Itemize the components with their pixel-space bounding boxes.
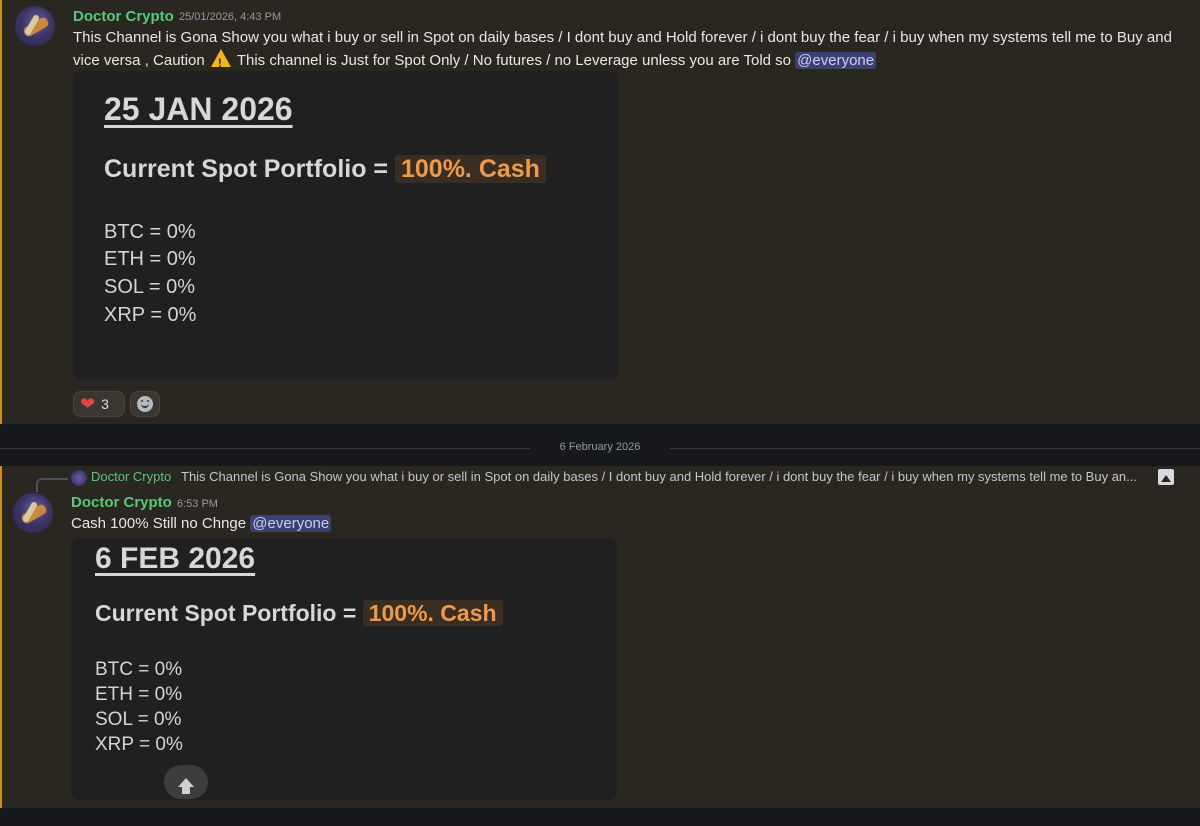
reply-avatar[interactable] — [71, 470, 87, 486]
allocation-xrp: XRP = 0% — [95, 734, 183, 755]
card-heading: Current Spot Portfolio = 100%. Cash — [104, 155, 546, 184]
allocation-btc: BTC = 0% — [104, 221, 196, 243]
mention-everyone[interactable]: @everyone — [250, 515, 332, 532]
arrow-up-icon — [178, 777, 194, 794]
cash-badge: 100%. Cash — [394, 155, 546, 183]
reply-author[interactable]: Doctor Crypto — [91, 469, 171, 484]
message-timestamp: 6:53 PM — [177, 498, 218, 510]
allocation-eth: ETH = 0% — [104, 248, 196, 270]
message-content: Cash 100% Still no Chnge @everyone — [71, 515, 332, 532]
reply-connector — [36, 478, 68, 492]
allocation-sol: SOL = 0% — [104, 276, 195, 298]
avatar[interactable] — [15, 6, 55, 46]
smile-icon — [137, 396, 153, 412]
card-heading: Current Spot Portfolio = 100%. Cash — [95, 600, 503, 627]
add-reaction-button[interactable] — [130, 391, 160, 417]
reaction-count: 3 — [101, 396, 109, 412]
warning-icon — [210, 49, 231, 74]
image-icon — [1158, 469, 1174, 485]
allocation-xrp: XRP = 0% — [104, 304, 197, 326]
message-author[interactable]: Doctor Crypto — [71, 494, 172, 511]
portfolio-image[interactable]: 6 FEB 2026 Current Spot Portfolio = 100%… — [71, 538, 617, 800]
share-button[interactable] — [164, 765, 208, 799]
allocation-btc: BTC = 0% — [95, 659, 183, 680]
reaction-heart[interactable]: ❤ 3 — [73, 391, 125, 417]
cash-badge: 100%. Cash — [362, 600, 503, 626]
allocation-eth: ETH = 0% — [95, 684, 183, 705]
date-divider-label: 6 February 2026 — [559, 441, 641, 453]
card-date: 25 JAN 2026 — [104, 91, 293, 127]
mention-everyone[interactable]: @everyone — [795, 52, 877, 69]
card-date: 6 FEB 2026 — [95, 542, 256, 575]
avatar[interactable] — [13, 493, 53, 533]
heart-icon: ❤ — [80, 394, 96, 414]
message-timestamp: 25/01/2026, 4:43 PM — [179, 11, 282, 23]
allocation-sol: SOL = 0% — [95, 709, 182, 730]
message-content: This Channel is Gona Show you what i buy… — [73, 27, 1183, 74]
message-highlighted[interactable]: Doctor Crypto 25/01/2026, 4:43 PM This C… — [0, 0, 1200, 424]
portfolio-image[interactable]: 25 JAN 2026 Current Spot Portfolio = 100… — [73, 71, 619, 380]
message-author[interactable]: Doctor Crypto — [73, 8, 174, 25]
reply-preview[interactable]: This Channel is Gona Show you what i buy… — [181, 469, 1147, 484]
